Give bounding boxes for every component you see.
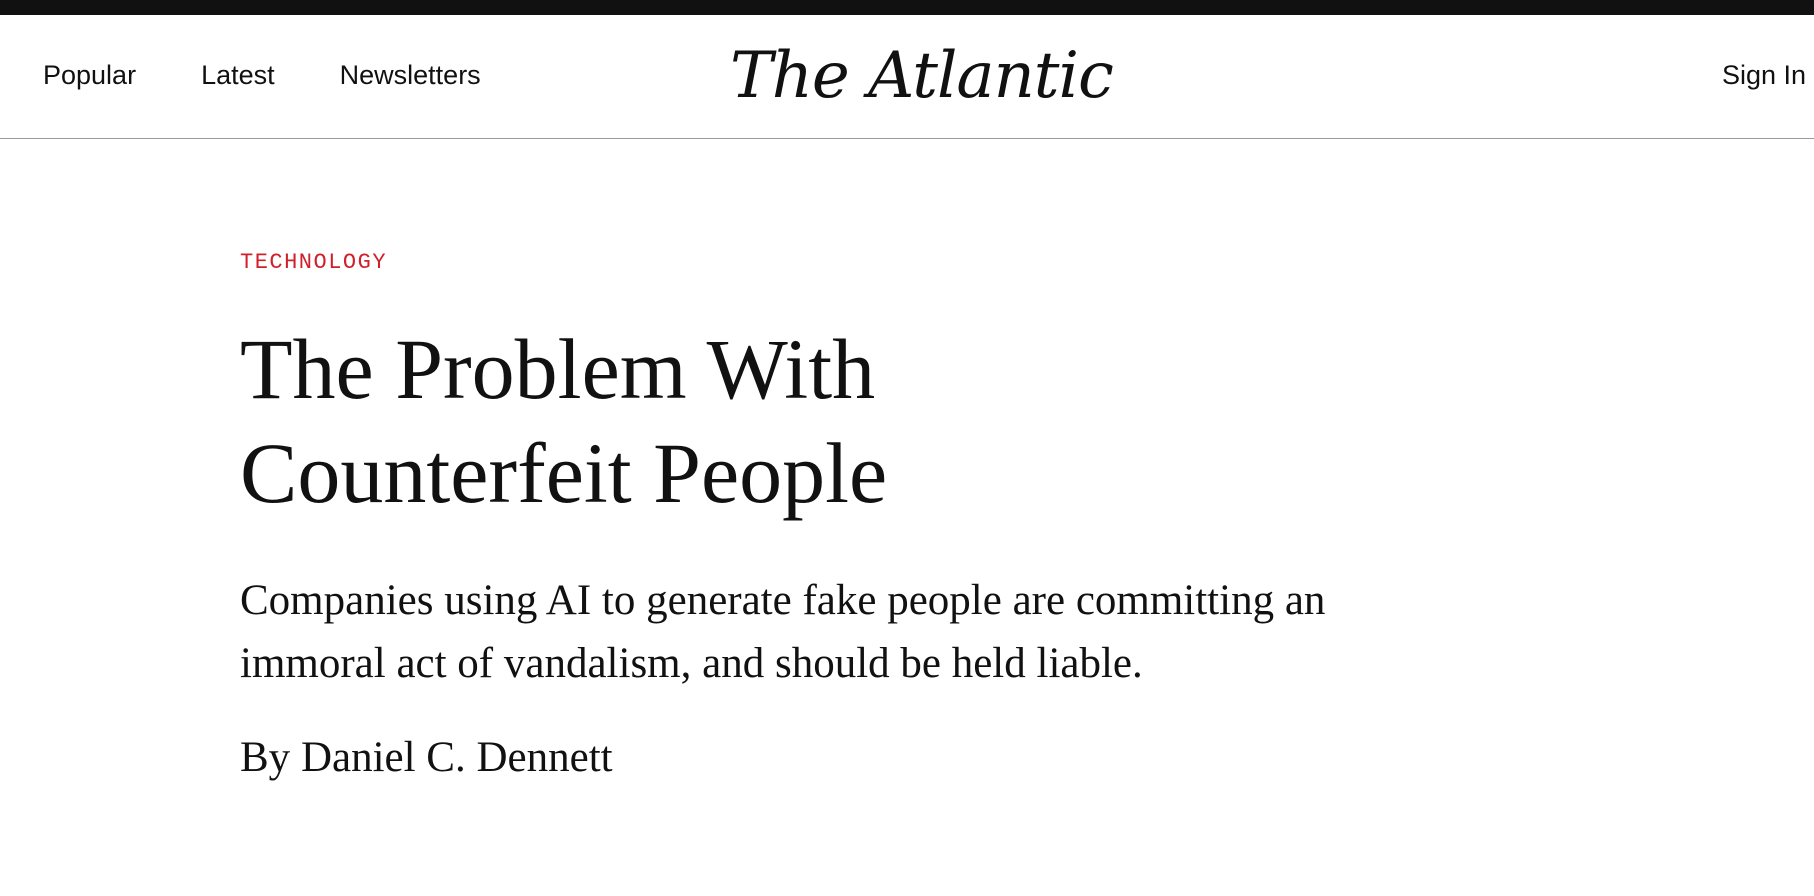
article-header: TECHNOLOGY The Problem With Counterfeit … [240,250,1540,782]
headline-line-1: The Problem With [240,321,876,417]
sign-in-button[interactable]: Sign In [1722,60,1806,91]
site-header: Popular Latest Newsletters The Atlantic … [0,15,1814,139]
nav-link-popular[interactable]: Popular [43,60,136,91]
nav-link-latest[interactable]: Latest [201,60,275,91]
top-bar [0,0,1814,15]
nav-link-newsletters[interactable]: Newsletters [340,60,481,91]
article-dek: Companies using AI to generate fake peop… [240,577,1326,687]
section-label[interactable]: TECHNOLOGY [240,250,1540,275]
site-logo[interactable]: The Atlantic [730,39,1114,113]
headline-line-2: Counterfeit People [240,425,888,521]
article-headline: The Problem With Counterfeit People [240,317,1000,525]
primary-nav: Popular Latest Newsletters [43,60,481,91]
byline-prefix: By [240,734,291,781]
author-link[interactable]: Daniel C. Dennett [301,734,613,781]
byline: By Daniel C. Dennett [240,733,1540,782]
